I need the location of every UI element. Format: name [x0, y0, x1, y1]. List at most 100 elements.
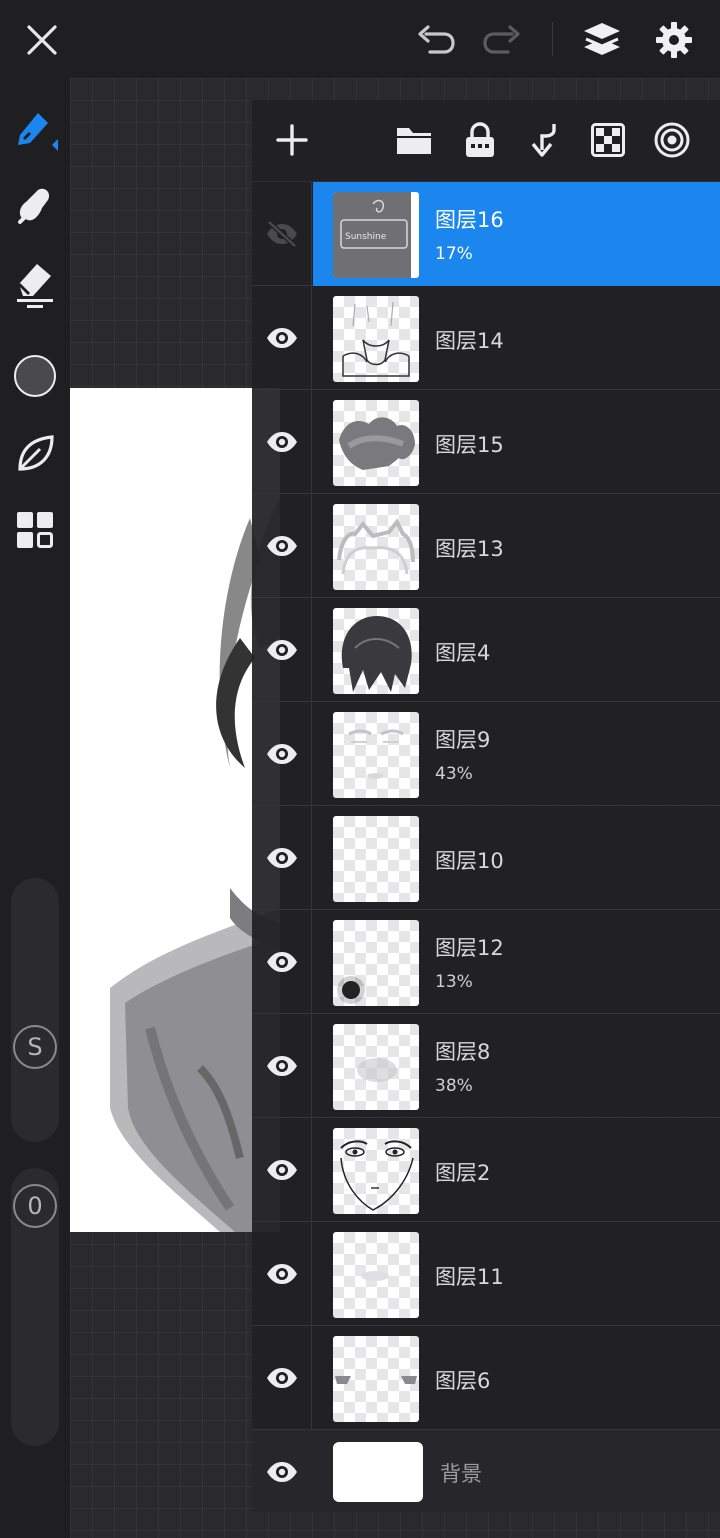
layer-body[interactable]: 图层14 — [313, 286, 720, 390]
layer-thumbnail[interactable] — [333, 608, 419, 694]
layer-thumbnail[interactable] — [333, 1024, 419, 1110]
layer-body[interactable]: 图层12 13% — [313, 910, 720, 1014]
eye-hidden-icon[interactable] — [252, 182, 312, 286]
layer-thumbnail[interactable] — [333, 920, 419, 1006]
layer-body[interactable]: 图层10 — [313, 806, 720, 910]
layer-row[interactable]: 图层4 — [252, 598, 720, 702]
layer-name: 图层10 — [435, 849, 504, 873]
layer-thumbnail[interactable] — [333, 504, 419, 590]
layer-body[interactable]: 图层8 38% — [313, 1014, 720, 1118]
layer-opacity: 38% — [435, 1076, 473, 1096]
transparency-icon[interactable] — [586, 118, 630, 162]
layer-row[interactable]: 图层11 — [252, 1222, 720, 1326]
brush-size-badge[interactable]: S — [13, 1025, 57, 1069]
eye-icon[interactable] — [252, 806, 312, 910]
layer-body[interactable]: 图层2 — [313, 1118, 720, 1222]
layer-thumbnail[interactable] — [333, 1336, 419, 1422]
layer-thumbnail[interactable] — [333, 400, 419, 486]
layer-row[interactable]: 图层9 43% — [252, 702, 720, 806]
eye-icon[interactable] — [252, 1430, 312, 1512]
layer-row[interactable]: 图层15 — [252, 390, 720, 494]
layer-opacity: 17% — [435, 244, 473, 264]
layers-icon[interactable] — [578, 16, 626, 64]
layer-body[interactable]: 图层15 — [313, 390, 720, 494]
layer-name: 图层2 — [435, 1161, 491, 1185]
undo-icon[interactable] — [414, 18, 458, 62]
background-thumbnail — [333, 1442, 423, 1502]
opacity-badge[interactable]: 0 — [13, 1184, 57, 1228]
smudge-icon[interactable] — [10, 180, 60, 230]
layer-name: 图层16 — [435, 208, 504, 232]
layer-row[interactable]: Sunshine 图层16 17% — [252, 182, 720, 286]
layer-name: 图层15 — [435, 433, 504, 457]
drawing-app: S 0 Sunshine 图层16 17% 图层14 图层15 图层13 图层4… — [0, 0, 720, 1538]
layer-row[interactable]: 图层13 — [252, 494, 720, 598]
pen-icon[interactable] — [10, 103, 60, 153]
eye-icon[interactable] — [252, 1222, 312, 1326]
eye-icon[interactable] — [252, 1014, 312, 1118]
background-layer-row[interactable]: 背景 — [252, 1430, 720, 1512]
redo-icon[interactable] — [480, 18, 524, 62]
artwork — [110, 498, 280, 1232]
layer-body[interactable]: 图层11 — [313, 1222, 720, 1326]
layer-thumbnail[interactable] — [333, 1232, 419, 1318]
layer-thumbnail[interactable]: Sunshine — [333, 192, 419, 278]
merge-down-icon[interactable] — [522, 118, 566, 162]
layers-list: Sunshine 图层16 17% 图层14 图层15 图层13 图层4 图层9 43% 图层10… — [252, 182, 720, 1430]
brush-size-slider[interactable] — [11, 878, 59, 1142]
eye-icon[interactable] — [252, 910, 312, 1014]
eye-icon[interactable] — [252, 702, 312, 806]
layer-body[interactable]: Sunshine 图层16 17% — [313, 182, 720, 286]
layer-body[interactable]: 图层4 — [313, 598, 720, 702]
eye-icon[interactable] — [252, 494, 312, 598]
layer-name: 图层6 — [435, 1369, 491, 1393]
layer-name: 图层11 — [435, 1265, 504, 1289]
layer-row[interactable]: 图层12 13% — [252, 910, 720, 1014]
close-icon[interactable] — [20, 18, 64, 62]
layer-name: 图层14 — [435, 329, 504, 353]
artboard[interactable] — [70, 388, 280, 1232]
layer-thumbnail[interactable] — [333, 712, 419, 798]
layer-thumbnail[interactable] — [333, 816, 419, 902]
leaf-icon[interactable] — [10, 429, 60, 479]
gear-icon[interactable] — [650, 16, 698, 64]
layers-toolbar — [252, 100, 720, 182]
layer-opacity: 13% — [435, 972, 473, 992]
layer-thumbnail[interactable] — [333, 296, 419, 382]
background-layer-name: 背景 — [440, 1462, 482, 1486]
opacity-label: 0 — [27, 1192, 43, 1220]
layer-name: 图层13 — [435, 537, 504, 561]
eye-icon[interactable] — [252, 390, 312, 494]
layer-name: 图层4 — [435, 641, 491, 665]
grid-icon[interactable] — [10, 505, 60, 555]
layer-body[interactable]: 图层9 43% — [313, 702, 720, 806]
eraser-icon[interactable] — [10, 258, 60, 308]
layer-opacity: 43% — [435, 764, 473, 784]
eye-icon[interactable] — [252, 286, 312, 390]
layer-name: 图层8 — [435, 1040, 491, 1064]
layer-body[interactable]: 图层6 — [313, 1326, 720, 1430]
layer-row[interactable]: 图层8 38% — [252, 1014, 720, 1118]
eye-icon[interactable] — [252, 598, 312, 702]
layer-name: 图层12 — [435, 936, 504, 960]
lock-icon[interactable] — [458, 118, 502, 162]
color-icon[interactable] — [10, 351, 60, 401]
layers-panel: Sunshine 图层16 17% 图层14 图层15 图层13 图层4 图层9 43% 图层10… — [252, 100, 720, 1512]
svg-text:Sunshine: Sunshine — [345, 232, 387, 242]
layer-row[interactable]: 图层2 — [252, 1118, 720, 1222]
brush-size-label: S — [27, 1033, 43, 1061]
layer-row[interactable]: 图层10 — [252, 806, 720, 910]
layer-body[interactable]: 图层13 — [313, 494, 720, 598]
layer-row[interactable]: 图层14 — [252, 286, 720, 390]
left-toolbar: S 0 — [0, 78, 70, 1538]
eye-icon[interactable] — [252, 1118, 312, 1222]
top-bar — [0, 0, 720, 78]
layer-thumbnail[interactable] — [333, 1128, 419, 1214]
target-icon[interactable] — [650, 118, 694, 162]
folder-icon[interactable] — [392, 118, 436, 162]
add-icon[interactable] — [270, 118, 314, 162]
toolbar-divider — [552, 22, 553, 56]
eye-icon[interactable] — [252, 1326, 312, 1430]
layer-row[interactable]: 图层6 — [252, 1326, 720, 1430]
active-color-swatch — [14, 355, 56, 397]
